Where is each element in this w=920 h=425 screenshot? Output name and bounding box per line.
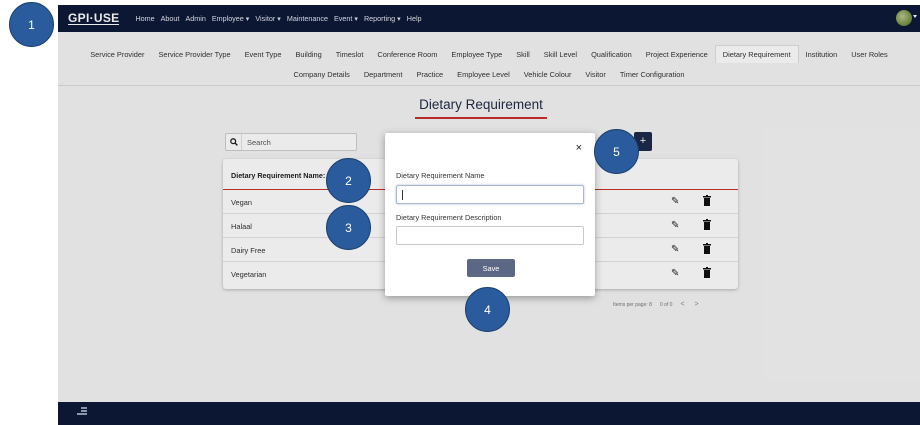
add-dietary-requirement-dialog: × Dietary Requirement Name Dietary Requi…	[385, 133, 595, 296]
text-cursor	[402, 190, 403, 200]
callout-5: 5	[594, 129, 639, 174]
callout-3: 3	[326, 205, 371, 250]
screenshot-stage: GPI·USE Home About Admin Employee ▾ Visi…	[0, 0, 920, 425]
callout-1: 1	[9, 2, 54, 47]
dietary-requirement-description-field[interactable]	[396, 226, 584, 245]
save-button[interactable]: Save	[467, 259, 515, 277]
callout-4: 4	[465, 287, 510, 332]
description-field-label: Dietary Requirement Description	[396, 213, 502, 222]
name-field-label: Dietary Requirement Name	[396, 171, 485, 180]
app-window: GPI·USE Home About Admin Employee ▾ Visi…	[58, 5, 920, 425]
callout-2: 2	[326, 158, 371, 203]
close-icon[interactable]: ×	[576, 143, 582, 154]
dietary-requirement-name-field[interactable]	[396, 185, 584, 204]
